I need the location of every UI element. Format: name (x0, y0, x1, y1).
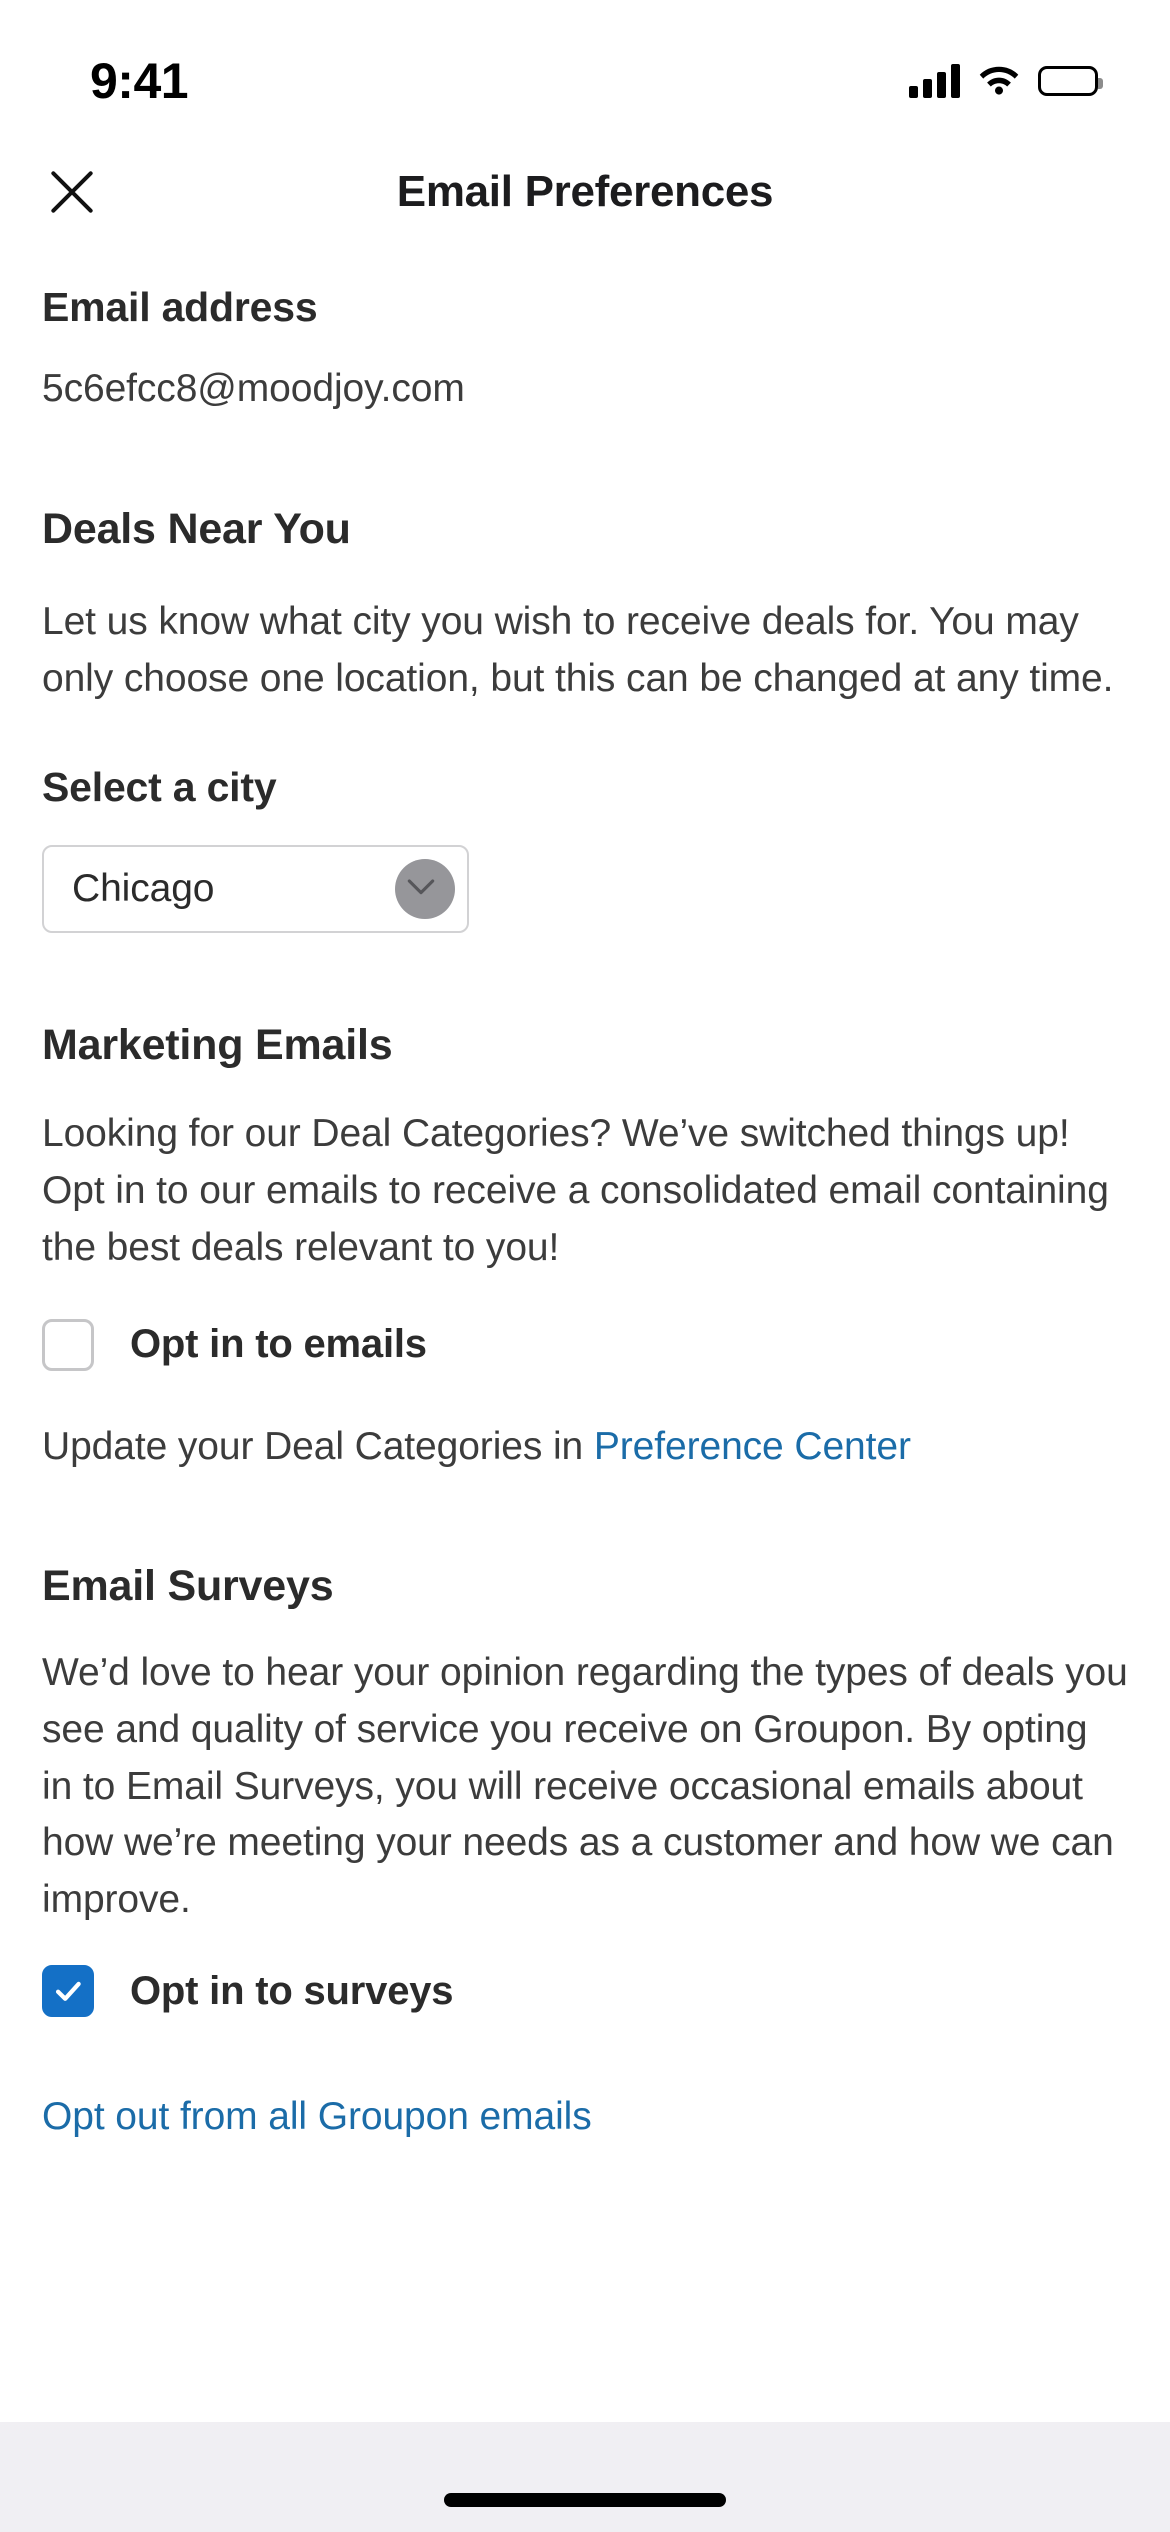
email-address-label: Email address (42, 284, 318, 330)
opt-in-surveys-row[interactable]: Opt in to surveys (42, 1965, 1128, 2018)
opt-out-all-link[interactable]: Opt out from all Groupon emails (42, 2095, 592, 2138)
marketing-section-description: Looking for our Deal Categories? We’ve s… (42, 1111, 1109, 1269)
opt-out-row: Opt out from all Groupon emails (42, 2089, 1128, 2146)
surveys-section-description: We’d love to hear your opinion regarding… (42, 1650, 1128, 1922)
deals-near-you-section: Deals Near You Let us know what city you… (42, 505, 1128, 933)
status-bar: 9:41 (0, 0, 1170, 132)
city-select-wrapper: Chicago (42, 844, 469, 933)
marketing-emails-section: Marketing Emails Looking for our Deal Ca… (42, 1021, 1128, 1476)
select-city-label: Select a city (42, 763, 277, 810)
opt-in-surveys-checkbox[interactable] (42, 1965, 94, 2018)
deals-section-description: Let us know what city you wish to receiv… (42, 600, 1114, 700)
status-indicators (909, 63, 1103, 100)
marketing-section-title: Marketing Emails (42, 1020, 393, 1069)
battery-full-icon (1038, 66, 1103, 96)
signal-bars-icon (909, 64, 960, 98)
nav-header: Email Preferences (0, 132, 1170, 252)
opt-in-emails-checkbox[interactable] (42, 1318, 94, 1371)
city-select[interactable]: Chicago (42, 844, 469, 933)
deals-section-title: Deals Near You (42, 505, 351, 553)
email-address-section: Email address 5c6efcc8@moodjoy.com (42, 284, 1128, 411)
preference-center-link[interactable]: Preference Center (594, 1425, 911, 1468)
opt-in-surveys-label: Opt in to surveys (130, 1968, 454, 2013)
status-time: 9:41 (90, 53, 189, 109)
screen: 9:41 Email Preferences Email address 5c6… (0, 0, 1170, 2532)
home-indicator-area (0, 2422, 1170, 2532)
opt-in-emails-row[interactable]: Opt in to emails (42, 1318, 1128, 1371)
page-title: Email Preferences (396, 167, 774, 216)
chevron-down-icon (401, 866, 441, 911)
email-surveys-section: Email Surveys We’d love to hear your opi… (42, 1562, 1128, 2018)
preference-center-prefix: Update your Deal Categories in (42, 1424, 594, 1468)
home-indicator[interactable] (444, 2493, 726, 2507)
city-select-value: Chicago (72, 866, 215, 910)
wifi-icon (978, 63, 1020, 100)
close-icon[interactable] (28, 148, 116, 236)
email-address-value: 5c6efcc8@moodjoy.com (42, 367, 465, 410)
opt-in-emails-label: Opt in to emails (130, 1322, 427, 1367)
preference-center-line: Update your Deal Categories in Preferenc… (42, 1419, 1128, 1476)
main-content: Email address 5c6efcc8@moodjoy.com Deals… (0, 252, 1170, 2146)
surveys-section-title: Email Surveys (42, 1561, 334, 1610)
